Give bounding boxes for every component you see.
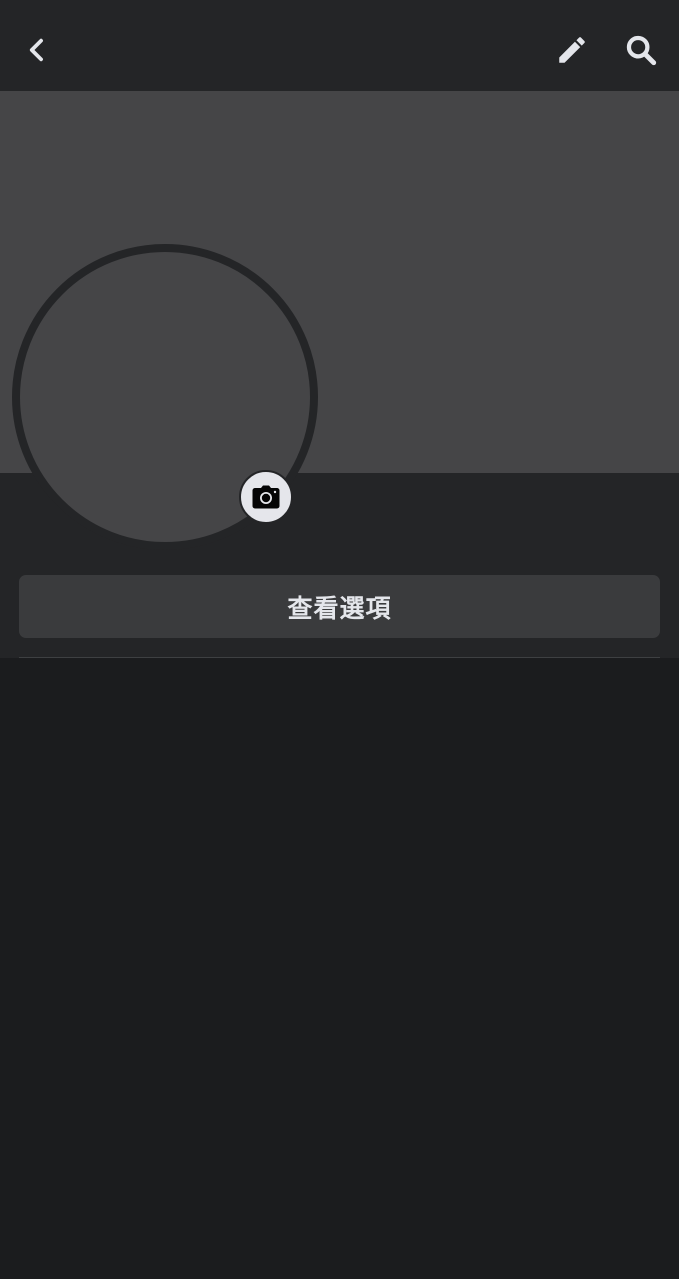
edit-button[interactable] — [548, 26, 596, 74]
view-options-label: 查看選項 — [287, 593, 392, 623]
change-profile-photo-button[interactable] — [239, 470, 293, 524]
profile-header: 查看選項 — [0, 91, 679, 658]
chevron-left-icon — [29, 38, 43, 62]
back-button[interactable] — [13, 26, 61, 74]
search-icon — [626, 35, 657, 66]
pencil-icon — [559, 37, 585, 63]
camera-icon — [252, 485, 280, 509]
profile-page: 查看選項 — [0, 0, 679, 1279]
top-app-bar — [0, 0, 679, 91]
view-options-button[interactable]: 查看選項 — [19, 575, 660, 638]
search-button[interactable] — [617, 26, 665, 74]
feed-area — [0, 658, 679, 1279]
